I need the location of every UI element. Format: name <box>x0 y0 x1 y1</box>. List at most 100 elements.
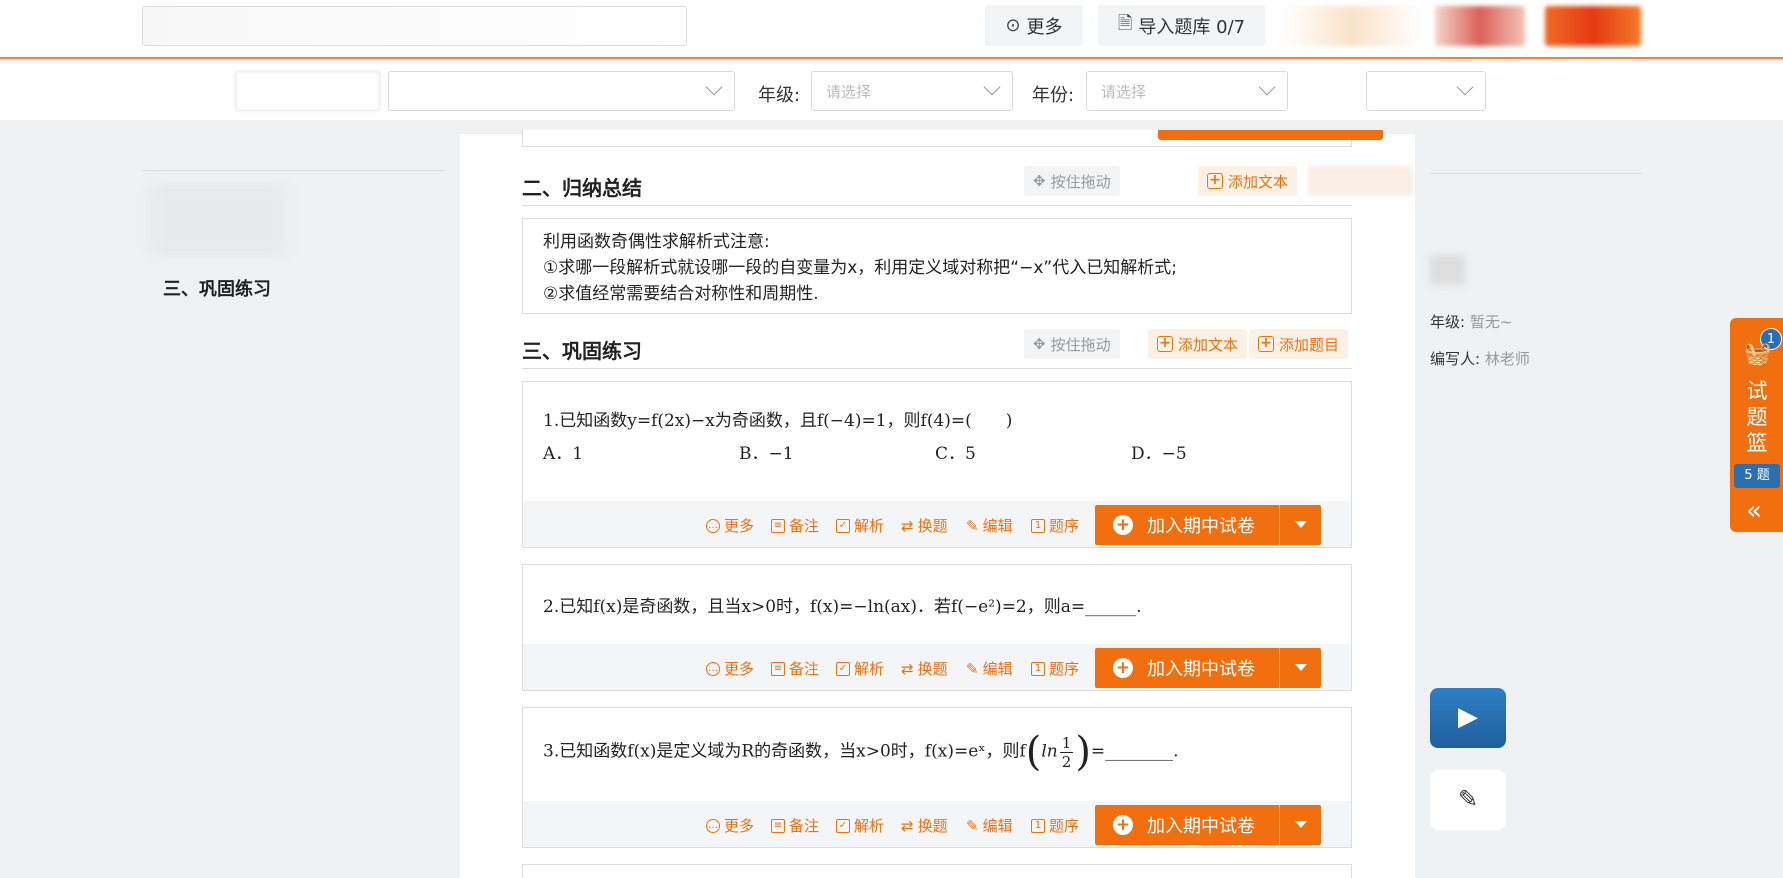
video-help-button[interactable]: ▶ <box>1430 688 1506 748</box>
check-square-icon: ✓ <box>836 661 850 676</box>
question-basket[interactable]: 1 🧺 试题篮 5 题 « <box>1730 318 1783 532</box>
order-action-label: 题序 <box>1049 517 1080 535</box>
drag-handle[interactable]: ✥ 按住拖动 <box>1024 166 1120 196</box>
option-b: B．−1 <box>739 444 794 464</box>
edit-action-label: 编辑 <box>982 817 1013 835</box>
option-a: A．1 <box>543 444 584 464</box>
question-card-1[interactable]: 1.已知函数y=f(2x)−x为奇函数，且f(−4)=1，则f(4)=( ) A… <box>522 381 1352 548</box>
add-text-button[interactable]: + 添加文本 <box>1198 166 1298 196</box>
swap-action[interactable]: ⇄ 换题 <box>901 515 948 536</box>
edit-action[interactable]: ✎ 编辑 <box>966 658 1013 679</box>
add-text-button[interactable]: + 添加文本 <box>1148 329 1248 359</box>
edit-action[interactable]: ✎ 编辑 <box>966 515 1013 536</box>
filter-bar: 年级: 请选择 年份: 请选择 <box>0 61 1783 120</box>
caret-down-icon[interactable] <box>1295 821 1307 828</box>
paper-editor: 二、归纳总结 ✥ 按住拖动 + 添加文本 利用函数奇偶性求解析式注意: ①求哪一… <box>460 130 1415 878</box>
order-action[interactable]: 1 题序 <box>1031 658 1079 679</box>
note-action[interactable]: ≡ 备注 <box>771 815 819 836</box>
blurred-banner <box>1282 6 1422 46</box>
fraction: 12 <box>1059 734 1074 771</box>
document-icon: 🗎 <box>1117 12 1133 34</box>
swap-action-label: 换题 <box>917 817 948 835</box>
analysis-action[interactable]: ✓ 解析 <box>836 815 884 836</box>
ln-symbol: ln <box>1041 741 1058 762</box>
import-question-bank-button[interactable]: 🗎 导入题库 0/7 <box>1098 5 1265 46</box>
more-dots-icon: … <box>706 518 720 533</box>
summary-text-box: 利用函数奇偶性求解析式注意: ①求哪一段解析式就设哪一段的自变量为x，利用定义域… <box>522 218 1352 314</box>
order-action[interactable]: 1 题序 <box>1031 815 1079 836</box>
question-action-bar: … 更多 ≡ 备注 ✓ 解析 ⇄ 换题 ✎ 编辑 1 题序 + 加入期中试卷 <box>523 501 1351 547</box>
basket-label: 试题篮 <box>1746 379 1768 455</box>
add-to-exam-button[interactable]: + 加入期中试卷 <box>1095 648 1321 688</box>
section-title: 三、巩固练习 <box>522 339 642 363</box>
filter-select-blurred-1[interactable] <box>235 71 380 111</box>
basket-icon: 🧺 <box>1744 342 1772 367</box>
question-stem: 3.已知函数f(x)是定义域为R的奇函数，当x>0时，f(x)=eˣ，则f(ln… <box>543 729 1179 775</box>
check-square-icon: ✓ <box>836 518 850 533</box>
edit-action[interactable]: ✎ 编辑 <box>966 815 1013 836</box>
add-to-exam-label: 加入期中试卷 <box>1147 816 1255 837</box>
pencil-icon: ✎ <box>966 516 979 535</box>
plus-circle-icon: + <box>1113 515 1133 535</box>
note-action[interactable]: ≡ 备注 <box>771 515 819 536</box>
author-meta-label: 编写人: <box>1430 350 1481 368</box>
year-select[interactable]: 请选择 <box>1086 71 1288 111</box>
order-action-label: 题序 <box>1049 817 1080 835</box>
previous-question-card <box>522 130 1383 147</box>
summary-line: ①求哪一段解析式就设哪一段的自变量为x，利用定义域对称把“−x”代入已知解析式; <box>543 258 1177 278</box>
add-to-exam-button[interactable]: + 加入期中试卷 <box>1095 505 1321 545</box>
filter-select-blurred-2[interactable] <box>388 71 735 111</box>
note-action[interactable]: ≡ 备注 <box>771 658 819 679</box>
swap-icon: ⇄ <box>901 659 914 678</box>
drag-handle[interactable]: ✥ 按住拖动 <box>1024 329 1120 359</box>
grade-filter-label: 年级: <box>758 85 801 106</box>
more-action[interactable]: … 更多 <box>706 658 754 679</box>
blurred-promo-banner[interactable] <box>1545 6 1641 46</box>
note-icon: ≡ <box>771 818 785 833</box>
question-card-4[interactable] <box>522 864 1352 878</box>
analysis-action[interactable]: ✓ 解析 <box>836 658 884 679</box>
add-question-label: 添加题目 <box>1279 335 1340 354</box>
caret-down-icon[interactable] <box>1295 664 1307 671</box>
analysis-action[interactable]: ✓ 解析 <box>836 515 884 536</box>
swap-action[interactable]: ⇄ 换题 <box>901 815 948 836</box>
note-icon: ≡ <box>771 518 785 533</box>
edit-action-label: 编辑 <box>982 660 1013 678</box>
section-title: 二、归纳总结 <box>522 176 642 200</box>
question-card-3[interactable]: 3.已知函数f(x)是定义域为R的奇函数，当x>0时，f(x)=eˣ，则f(ln… <box>522 707 1352 848</box>
grade-select[interactable]: 请选择 <box>811 71 1013 111</box>
more-dots-icon: … <box>706 818 720 833</box>
pencil-icon: ✎ <box>966 816 979 835</box>
swap-action[interactable]: ⇄ 换题 <box>901 658 948 679</box>
fraction-denominator: 2 <box>1061 752 1072 771</box>
swap-action-label: 换题 <box>917 517 948 535</box>
note-action-label: 备注 <box>789 517 820 535</box>
previous-add-button[interactable] <box>1158 130 1383 140</box>
question-stem: 1.已知函数y=f(2x)−x为奇函数，且f(−4)=1，则f(4)=( ) <box>543 411 1013 431</box>
top-bar: ⊙ 更多 🗎 导入题库 0/7 <box>0 0 1783 59</box>
more-action[interactable]: … 更多 <box>706 515 754 536</box>
double-chevron-left-icon[interactable]: « <box>1746 496 1762 526</box>
left-divider <box>142 170 445 171</box>
blurred-action-chip[interactable] <box>1308 166 1413 196</box>
filter-select-blurred-3[interactable] <box>1366 71 1486 111</box>
order-action[interactable]: 1 题序 <box>1031 515 1079 536</box>
more-action-label: 更多 <box>724 517 755 535</box>
add-to-exam-button[interactable]: + 加入期中试卷 <box>1095 805 1321 845</box>
more-action[interactable]: … 更多 <box>706 815 754 836</box>
note-action-label: 备注 <box>789 660 820 678</box>
edit-action-label: 编辑 <box>982 517 1013 535</box>
outline-item-practice[interactable]: 三、巩固练习 <box>163 275 271 301</box>
order-action-label: 题序 <box>1049 660 1080 678</box>
grade-meta-value: 暂无~ <box>1469 313 1513 331</box>
question-card-2[interactable]: 2.已知f(x)是奇函数，且当x>0时，f(x)=−ln(ax)．若f(−e²)… <box>522 564 1352 691</box>
caret-down-icon[interactable] <box>1295 521 1307 528</box>
move-icon: ✥ <box>1033 172 1046 190</box>
plus-square-icon: + <box>1207 173 1223 189</box>
add-question-button[interactable]: + 添加题目 <box>1249 329 1349 359</box>
search-input[interactable] <box>142 6 687 46</box>
paper-grade-meta: 年级: 暂无~ <box>1430 311 1512 332</box>
pencil-icon: ✎ <box>966 659 979 678</box>
feedback-edit-button[interactable]: ✎ <box>1430 770 1506 830</box>
more-button[interactable]: ⊙ 更多 <box>985 5 1083 46</box>
